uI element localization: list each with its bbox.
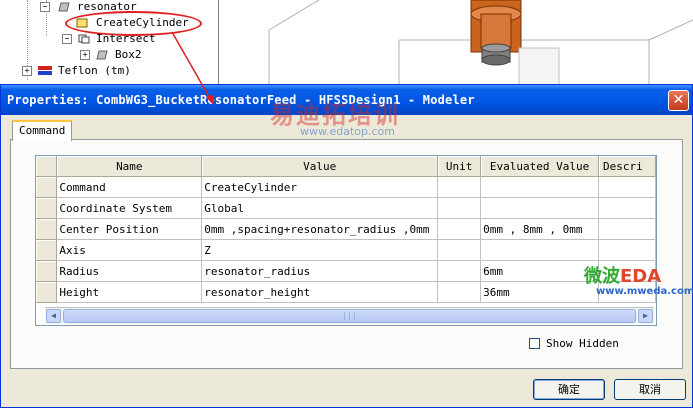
annotation-arrow — [171, 31, 214, 106]
brand-logo-eda: EDA — [620, 266, 662, 287]
watermark-url: www.edatop.com — [300, 125, 395, 138]
brand-logo: 微波EDA — [584, 262, 661, 288]
brand-logo-cn: 微波 — [584, 266, 620, 287]
brand-url: www.mweda.com — [596, 286, 693, 297]
